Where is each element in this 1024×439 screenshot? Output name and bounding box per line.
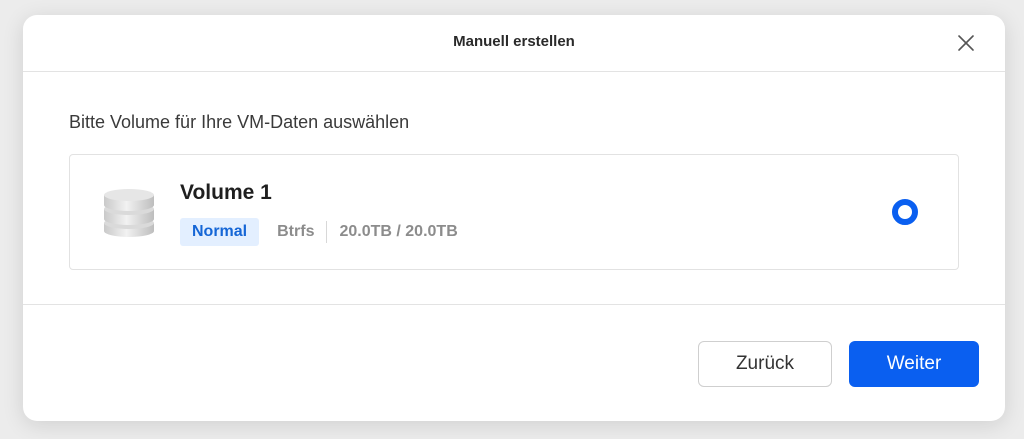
status-badge: Normal [180, 218, 260, 246]
dialog-title: Manuell erstellen [453, 33, 575, 50]
dialog-footer: Zurück Weiter [23, 305, 1005, 421]
database-icon [104, 189, 154, 237]
create-manually-dialog: Manuell erstellen Bitte Volume für Ihre … [23, 15, 1005, 421]
dialog-body: Bitte Volume für Ihre VM-Daten auswählen [23, 72, 1005, 305]
instruction-text: Bitte Volume für Ihre VM-Daten auswählen [69, 112, 410, 132]
dialog-header: Manuell erstellen [23, 15, 1005, 72]
next-button[interactable]: Weiter [849, 341, 979, 387]
filesystem-label: Btrfs [277, 221, 328, 243]
capacity-label: 20.0TB / 20.0TB [339, 223, 458, 240]
close-icon[interactable] [957, 34, 975, 52]
volume-name: Volume 1 [180, 181, 272, 204]
back-button[interactable]: Zurück [698, 341, 832, 387]
volume-radio-selected[interactable] [892, 199, 918, 225]
volume-option-card[interactable]: Volume 1 Normal Btrfs 20.0TB / 20.0TB [69, 154, 959, 270]
volume-meta: Normal Btrfs 20.0TB / 20.0TB [180, 218, 458, 246]
